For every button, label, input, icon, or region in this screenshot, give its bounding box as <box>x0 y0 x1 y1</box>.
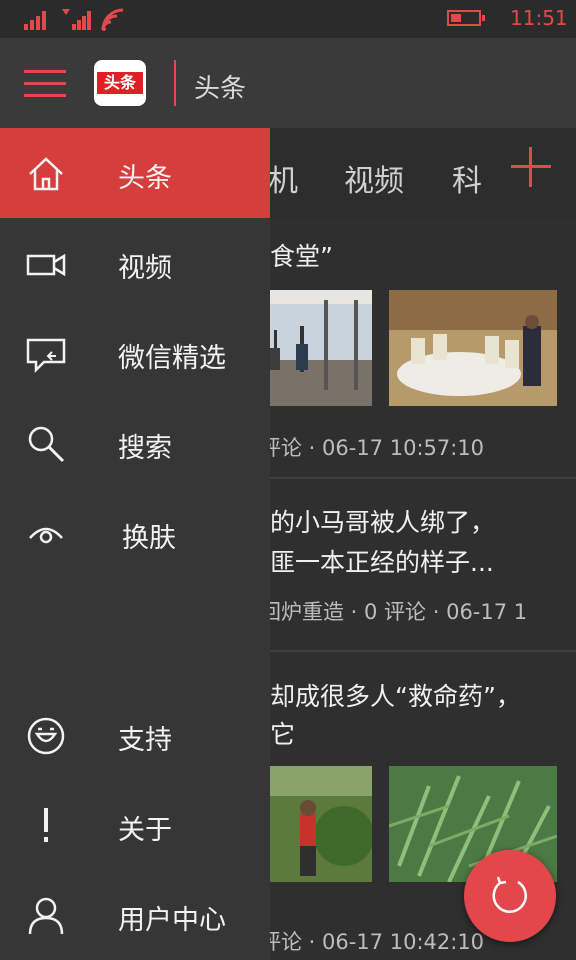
app-header: 头条 头条 <box>0 38 576 128</box>
search-icon <box>28 426 65 463</box>
drawer-item-label: 用户中心 <box>118 905 226 936</box>
wifi-icon <box>101 8 124 31</box>
drawer-item-label: 关于 <box>118 815 172 846</box>
article-title-line: 的小马哥被人绑了， <box>270 508 496 537</box>
status-time: 11:51 <box>510 6 568 30</box>
drawer-item-wechat-picks[interactable]: 微信精选 <box>0 308 270 398</box>
user-icon <box>28 897 64 935</box>
hamburger-menu-button[interactable] <box>24 70 66 98</box>
app-logo: 头条 <box>94 60 146 106</box>
drawer-item-user-center[interactable]: 用户中心 <box>0 870 270 960</box>
add-category-button[interactable] <box>511 147 551 187</box>
drawer-item-skin[interactable]: 换肤 <box>0 488 270 578</box>
exclamation-icon <box>44 808 48 842</box>
article-meta: 评论 · 06-17 10:42:10 <box>260 930 485 954</box>
drawer-item-label: 视频 <box>118 253 172 284</box>
logo-text: 头条 <box>97 72 143 94</box>
drawer-item-search[interactable]: 搜索 <box>0 398 270 488</box>
tab-item[interactable]: 科 <box>452 156 482 200</box>
header-divider <box>174 60 176 106</box>
battery-icon <box>447 10 485 26</box>
chat-bubble-icon <box>26 338 66 374</box>
page-title: 头条 <box>194 74 247 104</box>
navigation-drawer: 头条 视频 微信精选 搜索 换肤 支持 关于 用户中心 <box>0 128 270 960</box>
article-title-line: 却成很多人“救命药”， <box>270 682 521 711</box>
article-title-line: 匪一本正经的样子... <box>270 548 494 577</box>
article-title: 食堂” <box>270 242 333 271</box>
article-meta: 评论 · 06-17 10:57:10 <box>260 436 485 460</box>
article-thumbnail <box>389 290 557 406</box>
article-title-line: 它 <box>270 720 296 749</box>
drawer-item-support[interactable]: 支持 <box>0 690 270 780</box>
smile-icon <box>27 717 65 755</box>
tab-item[interactable]: 视频 <box>344 156 404 200</box>
drawer-item-label: 支持 <box>118 725 172 756</box>
article-meta: 回炉重造 · 0 评论 · 06-17 1 <box>260 600 528 624</box>
signal-strength-icon <box>24 11 46 30</box>
drawer-item-video[interactable]: 视频 <box>0 218 270 308</box>
drawer-item-label: 微信精选 <box>118 343 226 374</box>
drawer-item-label: 搜索 <box>118 433 172 464</box>
status-bar: 11:51 <box>0 0 576 38</box>
refresh-button[interactable] <box>464 850 556 942</box>
video-camera-icon <box>26 253 66 277</box>
signal-strength-roaming-icon <box>62 9 91 30</box>
drawer-item-headlines[interactable]: 头条 <box>0 128 270 218</box>
tab-item[interactable]: 机 <box>268 156 298 200</box>
drawer-item-about[interactable]: 关于 <box>0 780 270 870</box>
refresh-icon <box>492 876 527 913</box>
drawer-item-label: 换肤 <box>122 523 176 554</box>
eye-icon <box>29 527 63 544</box>
drawer-item-label: 头条 <box>118 163 172 194</box>
home-icon <box>29 157 63 191</box>
